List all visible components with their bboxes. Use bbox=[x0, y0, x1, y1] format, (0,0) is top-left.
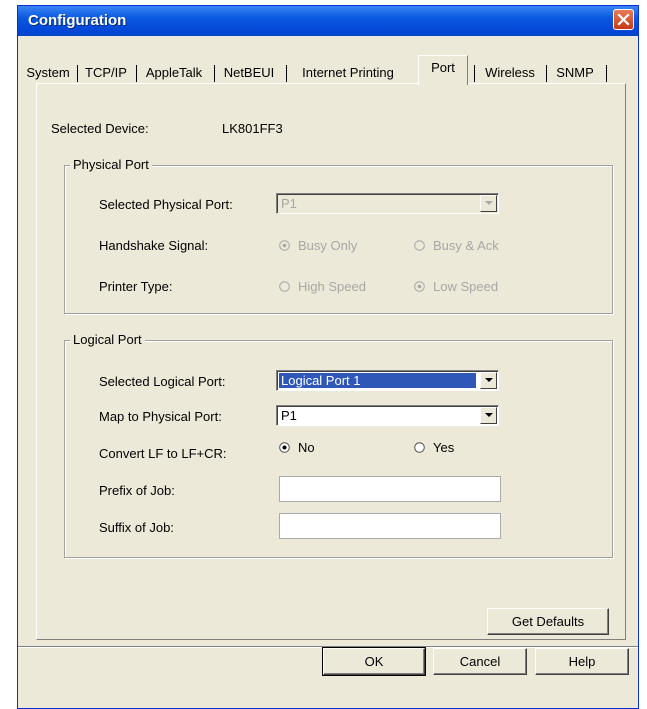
configuration-dialog: Configuration System TCP/IP AppleTalk Ne… bbox=[17, 5, 639, 709]
radio-busy-ack[interactable] bbox=[414, 240, 425, 251]
radio-convert-yes[interactable] bbox=[414, 442, 425, 453]
physical-port-title: Physical Port bbox=[70, 157, 152, 172]
tab-netbeui[interactable]: NetBEUI bbox=[217, 62, 281, 84]
chevron-down-icon bbox=[485, 413, 493, 417]
ok-button[interactable]: OK bbox=[322, 647, 426, 676]
suffix-of-job-input[interactable] bbox=[279, 513, 501, 539]
radio-convert-no-label: No bbox=[298, 440, 315, 455]
tab-separator bbox=[77, 65, 78, 82]
radio-busy-ack-label: Busy & Ack bbox=[433, 238, 499, 253]
chevron-down-icon bbox=[485, 378, 493, 382]
close-button[interactable] bbox=[613, 9, 634, 30]
window-title: Configuration bbox=[28, 12, 127, 29]
tab-separator bbox=[474, 65, 475, 82]
suffix-of-job-label: Suffix of Job: bbox=[99, 520, 174, 535]
selected-device-label: Selected Device: bbox=[51, 121, 149, 136]
radio-convert-yes-label: Yes bbox=[433, 440, 455, 455]
map-to-physical-port-select[interactable]: P1 bbox=[276, 405, 499, 426]
convert-lf-label: Convert LF to LF+CR: bbox=[99, 446, 227, 461]
radio-busy-only[interactable] bbox=[279, 240, 290, 251]
port-tab-panel: Selected Device: LK801FF3 Physical Port … bbox=[36, 83, 626, 640]
radio-busy-only-label: Busy Only bbox=[298, 238, 358, 253]
dropdown-button[interactable] bbox=[480, 407, 497, 424]
tab-appletalk[interactable]: AppleTalk bbox=[139, 62, 209, 84]
selected-logical-port-select[interactable]: Logical Port 1 bbox=[276, 370, 499, 391]
prefix-of-job-label: Prefix of Job: bbox=[99, 483, 175, 498]
get-defaults-button[interactable]: Get Defaults bbox=[487, 608, 609, 635]
tab-system[interactable]: System bbox=[24, 62, 72, 84]
help-button[interactable]: Help bbox=[535, 648, 629, 675]
tab-separator bbox=[136, 65, 137, 82]
selected-physical-port-label: Selected Physical Port: bbox=[99, 197, 233, 212]
tab-separator bbox=[214, 65, 215, 82]
tab-internet-printing[interactable]: Internet Printing bbox=[289, 62, 407, 84]
close-icon bbox=[617, 13, 630, 26]
selected-physical-port-select[interactable]: P1 bbox=[276, 193, 499, 214]
radio-high-speed[interactable] bbox=[279, 281, 290, 292]
radio-convert-no[interactable] bbox=[279, 442, 290, 453]
tab-wireless[interactable]: Wireless bbox=[477, 62, 543, 84]
logical-port-title: Logical Port bbox=[70, 332, 145, 347]
tab-separator bbox=[606, 65, 607, 82]
dropdown-button[interactable] bbox=[480, 372, 497, 389]
radio-high-speed-label: High Speed bbox=[298, 279, 366, 294]
radio-low-speed-label: Low Speed bbox=[433, 279, 499, 294]
selected-device-value: LK801FF3 bbox=[222, 121, 283, 136]
tab-tcpip[interactable]: TCP/IP bbox=[80, 62, 132, 84]
tab-port[interactable]: Port bbox=[418, 55, 468, 85]
tab-separator bbox=[286, 65, 287, 82]
chevron-down-icon bbox=[485, 201, 493, 205]
dropdown-button[interactable] bbox=[480, 195, 497, 212]
handshake-signal-label: Handshake Signal: bbox=[99, 238, 209, 253]
map-to-physical-port-label: Map to Physical Port: bbox=[99, 409, 222, 424]
cancel-button[interactable]: Cancel bbox=[433, 648, 527, 675]
tab-snmp[interactable]: SNMP bbox=[550, 62, 600, 84]
radio-low-speed[interactable] bbox=[414, 281, 425, 292]
selected-logical-port-label: Selected Logical Port: bbox=[99, 374, 226, 389]
tab-separator bbox=[546, 65, 547, 82]
title-bar[interactable]: Configuration bbox=[18, 6, 638, 36]
printer-type-label: Printer Type: bbox=[99, 279, 173, 294]
prefix-of-job-input[interactable] bbox=[279, 476, 501, 502]
